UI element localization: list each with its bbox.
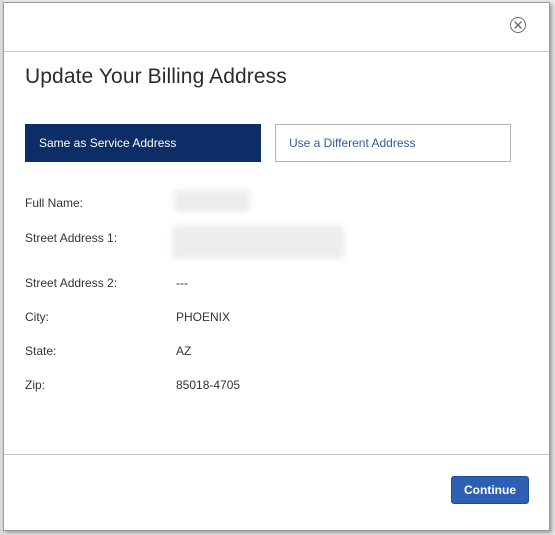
- same-as-service-address-button[interactable]: Same as Service Address: [25, 124, 261, 162]
- street-address-1-label: Street Address 1:: [25, 231, 118, 245]
- billing-address-modal: Update Your Billing Address Same as Serv…: [3, 2, 550, 531]
- zip-value: 85018-4705: [176, 378, 241, 392]
- street-address-2-value: ---: [176, 276, 188, 290]
- city-value: PHOENIX: [176, 310, 231, 324]
- street-address-2-label: Street Address 2:: [25, 276, 118, 290]
- full-name-label: Full Name:: [25, 196, 84, 210]
- modal-title: Update Your Billing Address: [25, 65, 287, 88]
- full-name-value-redacted: [174, 190, 250, 212]
- close-icon[interactable]: [510, 17, 526, 33]
- modal-header: [4, 3, 549, 52]
- state-value: AZ: [176, 344, 192, 358]
- use-different-address-button[interactable]: Use a Different Address: [275, 124, 511, 162]
- continue-button[interactable]: Continue: [451, 476, 529, 504]
- zip-label: Zip:: [25, 378, 46, 392]
- state-label: State:: [25, 344, 57, 358]
- city-label: City:: [25, 310, 49, 324]
- street-address-1-value-redacted: [172, 225, 344, 259]
